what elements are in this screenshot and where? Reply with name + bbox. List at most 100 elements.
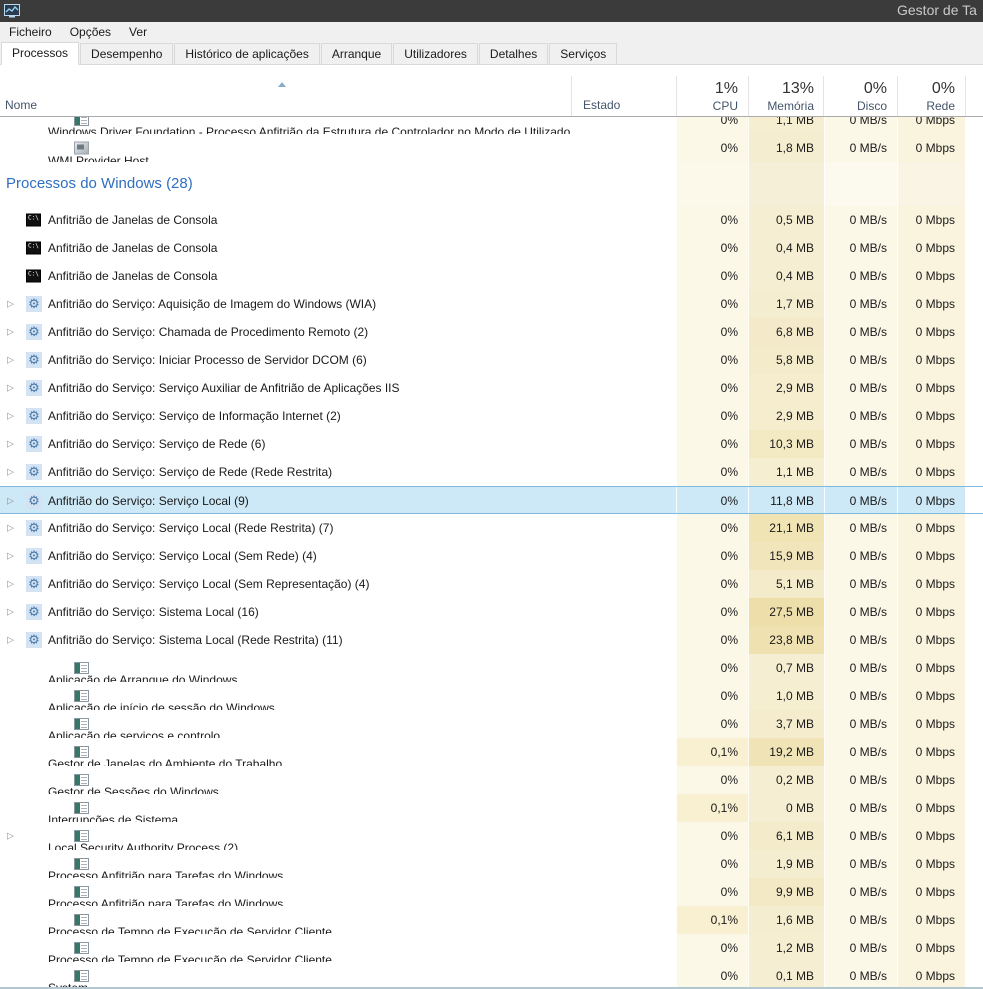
expand-chevron-icon[interactable]: ▷ <box>7 832 14 841</box>
process-row[interactable]: Processo de Tempo de Execução de Servido… <box>0 934 983 962</box>
expand-chevron-icon[interactable]: ▷ <box>7 552 14 561</box>
window-icon <box>74 746 89 758</box>
column-header-cpu[interactable]: 1% CPU <box>676 80 738 114</box>
process-row[interactable]: Aplicação de serviços e controlo0%3,7 MB… <box>0 710 983 738</box>
tab-historico-de-aplicacoes[interactable]: Histórico de aplicações <box>174 43 319 65</box>
memoria-cell: 1,1 MB <box>748 458 824 486</box>
memoria-cell: 9,9 MB <box>748 878 824 906</box>
rede-cell: 0 Mbps <box>897 542 965 570</box>
name-cell: ▷⚙Anfitrião do Serviço: Sistema Local (1… <box>0 598 571 626</box>
process-row[interactable]: ▷⚙Anfitrião do Serviço: Serviço de Rede … <box>0 430 983 458</box>
rede-cell: 0 Mbps <box>897 682 965 710</box>
process-row[interactable]: Processo de Tempo de Execução de Servido… <box>0 906 983 934</box>
process-row[interactable]: ▷⚙Anfitrião do Serviço: Serviço Local (R… <box>0 514 983 542</box>
process-row[interactable]: ▷⚙Anfitrião do Serviço: Serviço de Infor… <box>0 402 983 430</box>
process-row[interactable]: C:\Anfitrião de Janelas de Consola0%0,4 … <box>0 234 983 262</box>
window-icon <box>74 690 89 702</box>
menu-opcoes[interactable]: Opções <box>61 22 120 42</box>
name-cell: C:\Anfitrião de Janelas de Consola <box>0 262 571 290</box>
menu-ficheiro[interactable]: Ficheiro <box>0 22 61 42</box>
process-row[interactable]: System0%0,1 MB0 MB/s0 Mbps <box>0 962 983 989</box>
process-row[interactable]: Windows Driver Foundation - Processo Anf… <box>0 117 983 134</box>
expand-chevron-icon[interactable]: ▷ <box>7 328 14 337</box>
process-row[interactable]: Processo Anfitrião para Tarefas do Windo… <box>0 878 983 906</box>
row-spacer <box>965 626 983 654</box>
process-row[interactable]: ▷⚙Anfitrião do Serviço: Serviço Local (S… <box>0 570 983 598</box>
console-icon: C:\ <box>26 214 41 227</box>
process-row[interactable]: ▷⚙Anfitrião do Serviço: Iniciar Processo… <box>0 346 983 374</box>
expand-chevron-icon[interactable]: ▷ <box>7 580 14 589</box>
process-row[interactable]: ▷⚙Anfitrião do Serviço: Serviço Local (S… <box>0 542 983 570</box>
column-header-disco[interactable]: 0% Disco <box>824 80 887 114</box>
disco-cell <box>824 162 897 206</box>
expand-chevron-icon[interactable]: ▷ <box>7 608 14 617</box>
section-header-row[interactable]: Processos do Windows (28) <box>0 162 983 206</box>
row-spacer <box>965 878 983 906</box>
process-row[interactable]: ▷⚙Anfitrião do Serviço: Sistema Local (R… <box>0 626 983 654</box>
cpu-cell: 0,1% <box>676 738 748 766</box>
expand-chevron-icon[interactable]: ▷ <box>7 300 14 309</box>
column-header-memoria[interactable]: 13% Memória <box>748 80 814 114</box>
estado-cell <box>571 598 676 626</box>
process-row[interactable]: Interrupções de Sistema0,1%0 MB0 MB/s0 M… <box>0 794 983 822</box>
expand-chevron-icon[interactable]: ▷ <box>7 468 14 477</box>
process-row[interactable]: ▷⚙Anfitrião do Serviço: Sistema Local (1… <box>0 598 983 626</box>
process-row[interactable]: Processo Anfitrião para Tarefas do Windo… <box>0 850 983 878</box>
tab-utilizadores[interactable]: Utilizadores <box>393 43 478 65</box>
memoria-cell: 6,8 MB <box>748 318 824 346</box>
cpu-cell: 0% <box>676 654 748 682</box>
process-row[interactable]: ▷⚙Anfitrião do Serviço: Aquisição de Ima… <box>0 290 983 318</box>
name-cell: ▷⚙Anfitrião do Serviço: Aquisição de Ima… <box>0 290 571 318</box>
process-row[interactable]: Gestor de Janelas do Ambiente do Trabalh… <box>0 738 983 766</box>
process-row[interactable]: C:\Anfitrião de Janelas de Consola0%0,5 … <box>0 206 983 234</box>
row-spacer <box>965 570 983 598</box>
process-row[interactable]: ▷⚙Anfitrião do Serviço: Serviço Auxiliar… <box>0 374 983 402</box>
process-row[interactable]: ▷⚙Anfitrião do Serviço: Serviço Local (9… <box>0 486 983 514</box>
estado-cell <box>571 318 676 346</box>
estado-cell <box>571 134 676 162</box>
name-cell: ▷⚙Anfitrião do Serviço: Iniciar Processo… <box>0 346 571 374</box>
column-header-rede[interactable]: 0% Rede <box>897 80 955 114</box>
memoria-cell: 0,2 MB <box>748 766 824 794</box>
process-row[interactable]: WMI Provider Host0%1,8 MB0 MB/s0 Mbps <box>0 134 983 162</box>
process-row[interactable]: ▷⚙Anfitrião do Serviço: Chamada de Proce… <box>0 318 983 346</box>
column-header-estado[interactable]: Estado <box>583 98 620 112</box>
estado-cell <box>571 766 676 794</box>
name-cell: Processo de Tempo de Execução de Servido… <box>0 934 571 962</box>
memoria-cell: 1,9 MB <box>748 850 824 878</box>
memoria-cell: 1,7 MB <box>748 290 824 318</box>
process-name: Aplicação de Arranque do Windows <box>48 673 237 682</box>
task-manager-icon <box>4 3 20 19</box>
expand-chevron-icon[interactable]: ▷ <box>7 412 14 421</box>
gear-icon: ⚙ <box>26 464 42 480</box>
process-row[interactable]: Aplicação de início de sessão do Windows… <box>0 682 983 710</box>
disco-cell: 0 MB/s <box>824 822 897 850</box>
expand-chevron-icon[interactable]: ▷ <box>7 636 14 645</box>
column-header-nome[interactable]: Nome <box>5 98 37 112</box>
rede-cell: 0 Mbps <box>897 822 965 850</box>
sort-ascending-icon <box>278 82 286 87</box>
gear-icon: ⚙ <box>26 520 42 536</box>
row-spacer <box>965 710 983 738</box>
process-row[interactable]: C:\Anfitrião de Janelas de Consola0%0,4 … <box>0 262 983 290</box>
expand-chevron-icon[interactable]: ▷ <box>7 524 14 533</box>
cpu-cell: 0% <box>676 570 748 598</box>
titlebar[interactable]: Gestor de Ta <box>0 0 983 22</box>
cpu-cell: 0% <box>676 487 748 513</box>
tab-detalhes[interactable]: Detalhes <box>479 43 548 65</box>
process-row[interactable]: ▷Local Security Authority Process (2)0%6… <box>0 822 983 850</box>
expand-chevron-icon[interactable]: ▷ <box>7 384 14 393</box>
process-row[interactable]: Gestor de Sessões do Windows0%0,2 MB0 MB… <box>0 766 983 794</box>
tab-arranque[interactable]: Arranque <box>321 43 392 65</box>
expand-chevron-icon[interactable]: ▷ <box>7 440 14 449</box>
disco-cell: 0 MB/s <box>824 134 897 162</box>
tab-processos[interactable]: Processos <box>1 42 79 65</box>
process-row[interactable]: ▷⚙Anfitrião do Serviço: Serviço de Rede … <box>0 458 983 486</box>
expand-chevron-icon[interactable]: ▷ <box>7 497 14 506</box>
tab-desempenho[interactable]: Desempenho <box>80 43 173 65</box>
menu-ver[interactable]: Ver <box>120 22 156 42</box>
expand-chevron-icon[interactable]: ▷ <box>7 356 14 365</box>
window-icon <box>74 718 89 730</box>
process-row[interactable]: Aplicação de Arranque do Windows0%0,7 MB… <box>0 654 983 682</box>
tab-servicos[interactable]: Serviços <box>549 43 617 65</box>
